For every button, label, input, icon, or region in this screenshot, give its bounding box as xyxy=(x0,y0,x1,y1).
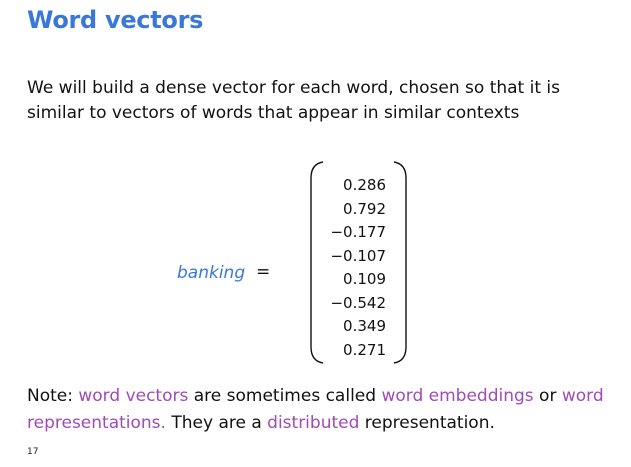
vector-value: 0.109 xyxy=(343,270,386,288)
word-vector-equation: banking = 0.286 0.792 −0.177 −0.107 0.10… xyxy=(0,160,631,365)
note-text-3: They are a xyxy=(165,413,268,433)
vector-values: 0.286 0.792 −0.177 −0.107 0.109 −0.542 0… xyxy=(326,174,386,362)
vector-value: 0.271 xyxy=(343,340,386,359)
term-word-embeddings: word embeddings xyxy=(381,386,534,406)
equals-sign: = xyxy=(256,262,271,282)
vector-value: 0.792 xyxy=(343,199,386,218)
term-distributed: distributed xyxy=(267,413,360,433)
left-bracket xyxy=(310,161,324,364)
vector-value: 0.349 xyxy=(343,317,386,335)
page-number: 17 xyxy=(27,447,39,457)
note-text-2: or xyxy=(533,386,562,406)
vector-value: 0.286 xyxy=(343,176,386,194)
vector-value: −0.542 xyxy=(330,293,386,312)
slide-body-text: We will build a dense vector for each wo… xyxy=(27,78,561,123)
term-word-vectors: word vectors xyxy=(78,386,189,406)
vector-value: −0.107 xyxy=(330,246,386,265)
equation-word: banking xyxy=(177,263,246,283)
right-bracket xyxy=(393,161,407,364)
note-prefix: Note: xyxy=(27,386,79,406)
note-suffix: representation. xyxy=(359,413,495,433)
note-text: Note: word vectors are sometimes called … xyxy=(27,383,617,437)
slide-title: Word vectors xyxy=(27,6,204,34)
vector-value: −0.177 xyxy=(330,223,386,241)
slide: Word vectors We will build a dense vecto… xyxy=(0,0,631,467)
note-text-1: are sometimes called xyxy=(188,386,382,406)
